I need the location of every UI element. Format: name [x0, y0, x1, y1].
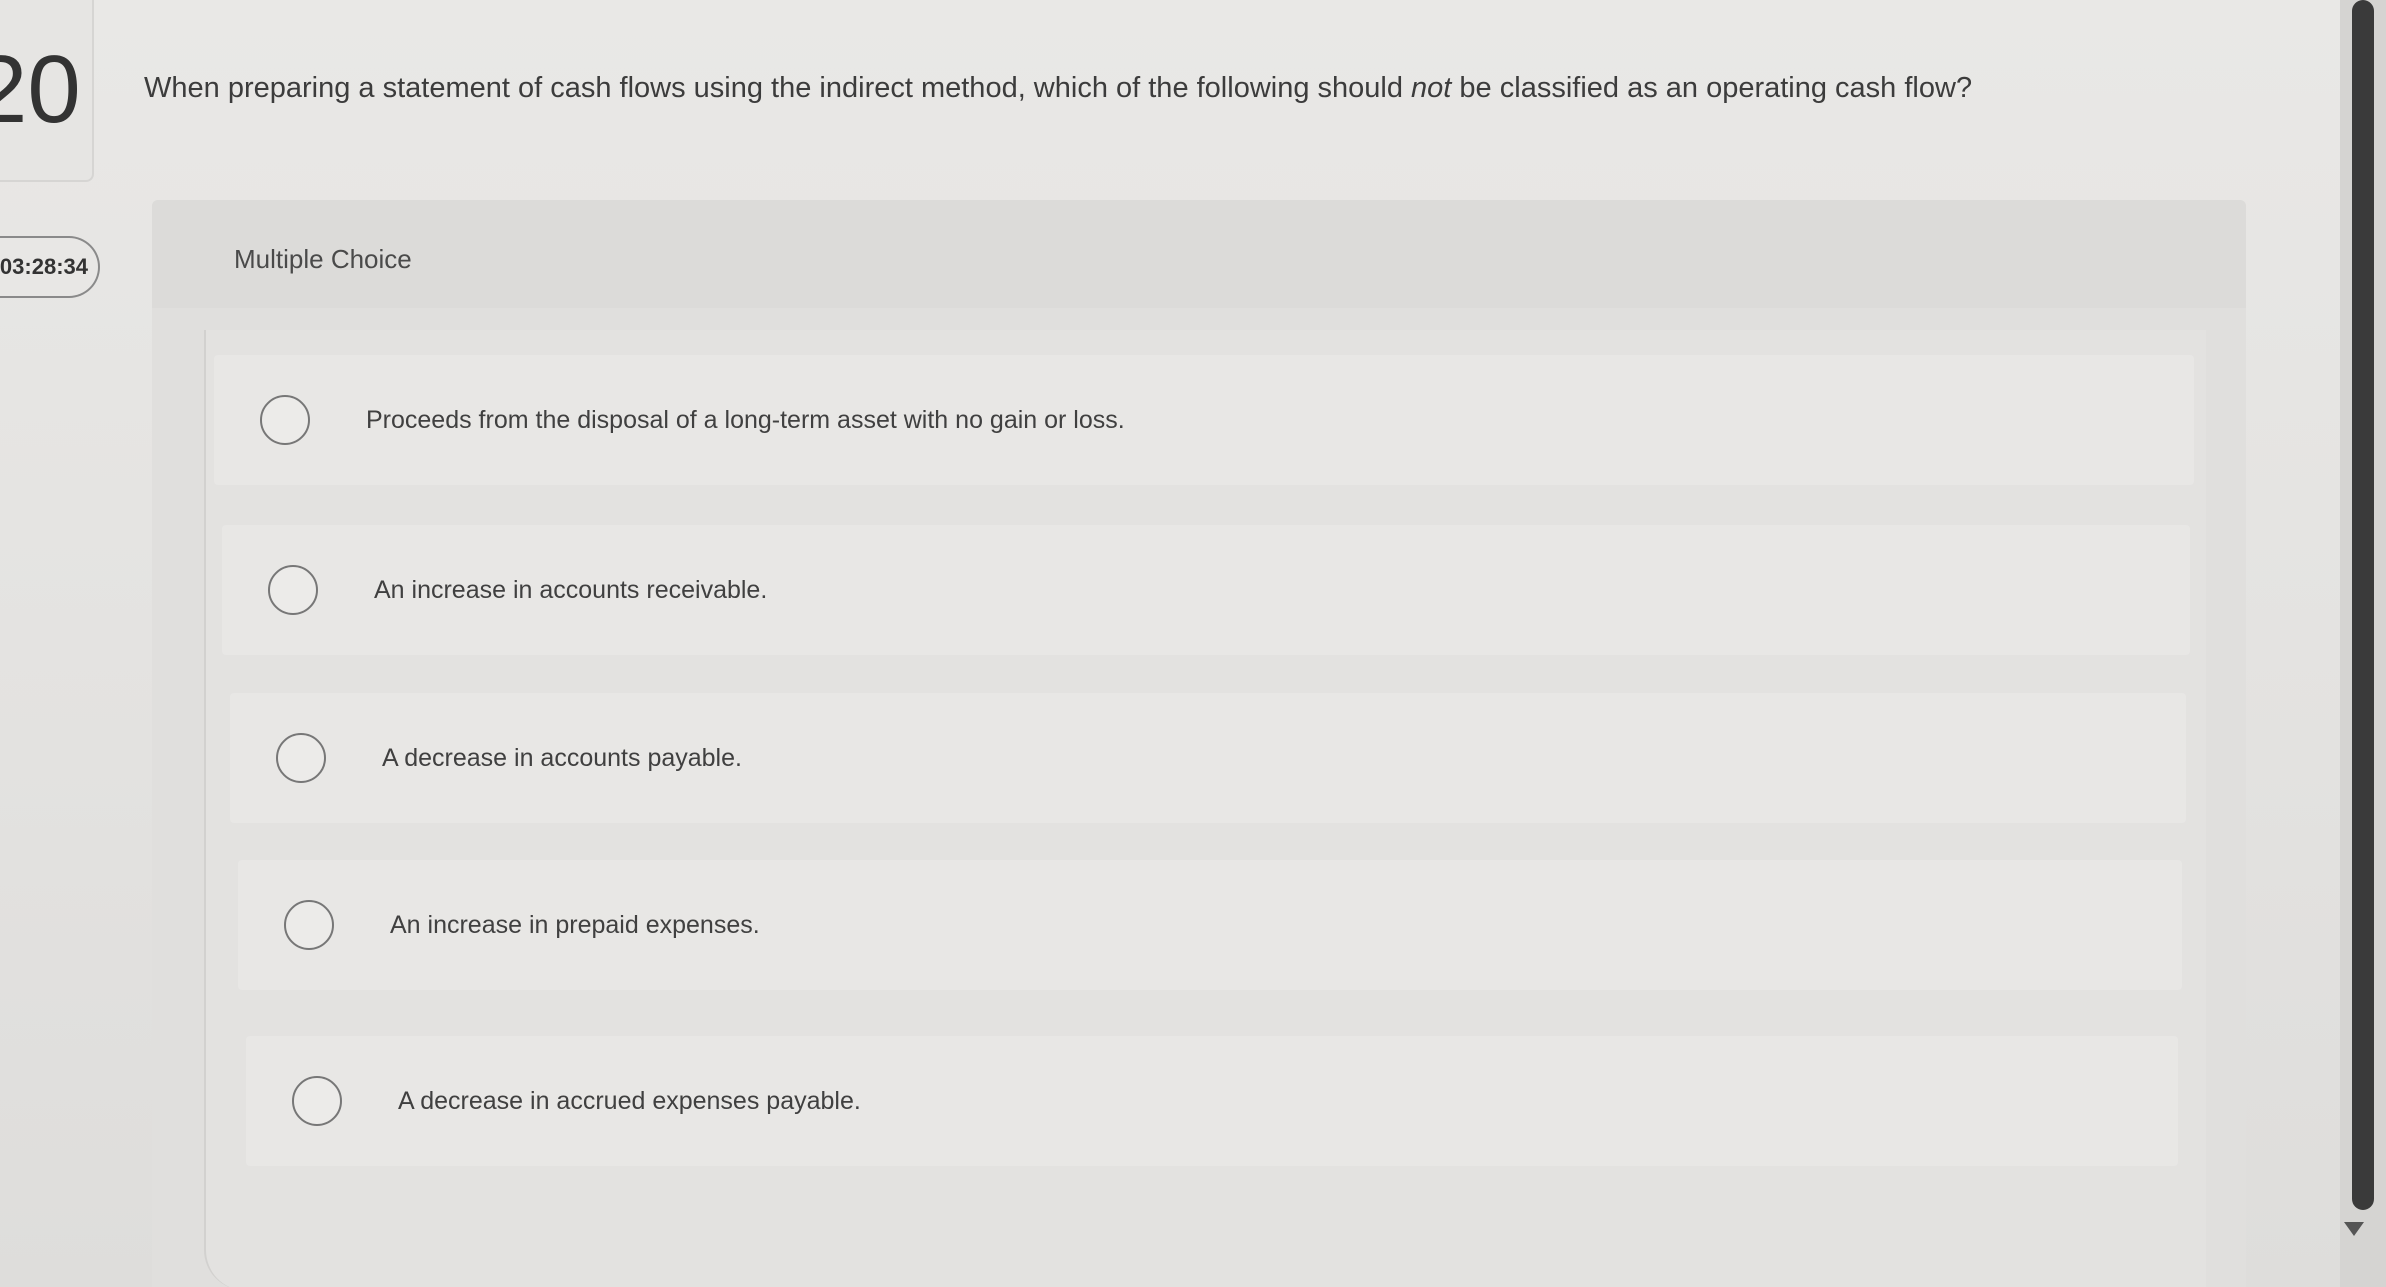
question-text-emphasis: not — [1411, 72, 1452, 104]
question-text-after: be classified as an operating cash flow? — [1451, 72, 1973, 104]
choice-option-2[interactable]: An increase in accounts receivable. — [222, 525, 2190, 655]
question-text-before: When preparing a statement of cash flows… — [144, 72, 1412, 104]
radio-button[interactable] — [268, 565, 318, 615]
scroll-down-arrow-icon[interactable] — [2344, 1222, 2364, 1236]
timer-value: 03:28:34 — [0, 254, 88, 279]
question-type-label: Multiple Choice — [234, 244, 412, 274]
choice-label: An increase in accounts receivable. — [374, 575, 768, 604]
choice-label: Proceeds from the disposal of a long-ter… — [366, 405, 1125, 434]
choice-label: An increase in prepaid expenses. — [390, 910, 760, 939]
quiz-page: 20 03:28:34 When preparing a statement o… — [0, 0, 2386, 1287]
answer-panel-header — [152, 200, 2246, 308]
radio-button[interactable] — [292, 1076, 342, 1126]
radio-button[interactable] — [260, 395, 310, 445]
choice-option-5[interactable]: A decrease in accrued expenses payable. — [246, 1036, 2178, 1166]
question-number: 20 — [0, 36, 81, 143]
choice-option-3[interactable]: A decrease in accounts payable. — [230, 693, 2186, 823]
choice-label: A decrease in accrued expenses payable. — [398, 1086, 861, 1115]
choice-option-4[interactable]: An increase in prepaid expenses. — [238, 860, 2182, 990]
radio-button[interactable] — [276, 733, 326, 783]
question-text: When preparing a statement of cash flows… — [144, 68, 2244, 108]
timer-badge: 03:28:34 — [0, 236, 100, 298]
choice-label: A decrease in accounts payable. — [382, 743, 742, 772]
scrollbar-thumb[interactable] — [2352, 0, 2374, 1210]
choice-option-1[interactable]: Proceeds from the disposal of a long-ter… — [214, 355, 2194, 485]
radio-button[interactable] — [284, 900, 334, 950]
